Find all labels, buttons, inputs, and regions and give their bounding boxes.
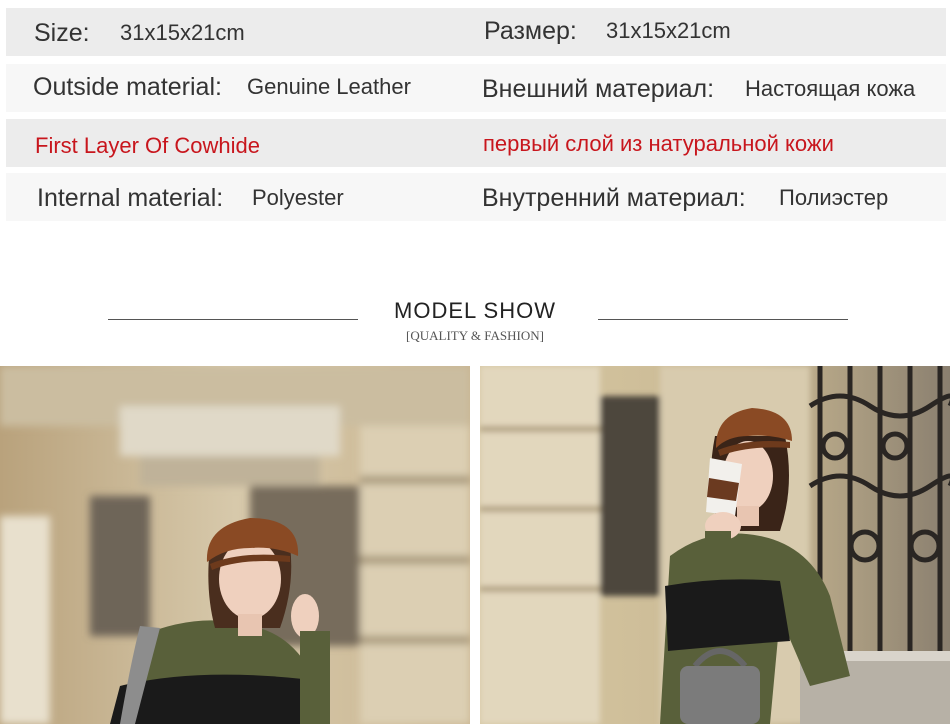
spec-row-size: Size: 31x15x21cm Размер: 31x15x21cm bbox=[6, 8, 946, 58]
spec-row-cowhide: First Layer Of Cowhide первый слой из на… bbox=[6, 119, 946, 169]
section-subtitle: [QUALITY & FASHION] bbox=[406, 328, 544, 343]
internal-label-ru: Внутренний материал: bbox=[482, 183, 746, 212]
internal-value-en: Polyester bbox=[252, 185, 344, 210]
outside-label-ru: Внешний материал: bbox=[482, 74, 715, 103]
outside-value-ru: Настоящая кожа bbox=[745, 76, 916, 101]
size-value-ru: 31x15x21cm bbox=[606, 18, 731, 43]
internal-label-en: Internal material: bbox=[37, 183, 224, 212]
spec-row-outside: Outside material: Genuine Leather Внешни… bbox=[6, 64, 946, 114]
size-label-en: Size: bbox=[34, 18, 90, 47]
cowhide-text-ru: первый слой из натуральной кожи bbox=[483, 131, 834, 156]
section-title: MODEL SHOW bbox=[394, 298, 556, 323]
model-photo-left bbox=[0, 366, 470, 724]
right-divider bbox=[598, 319, 848, 320]
size-value-en: 31x15x21cm bbox=[120, 20, 245, 45]
internal-value-ru: Полиэстер bbox=[779, 185, 889, 210]
outside-value-en: Genuine Leather bbox=[247, 74, 411, 99]
model-photo-right bbox=[480, 366, 950, 724]
spec-row-internal: Internal material: Polyester Внутренний … bbox=[6, 173, 946, 223]
cowhide-text-en: First Layer Of Cowhide bbox=[35, 133, 260, 158]
outside-label-en: Outside material: bbox=[33, 72, 222, 101]
size-label-ru: Размер: bbox=[484, 16, 577, 45]
